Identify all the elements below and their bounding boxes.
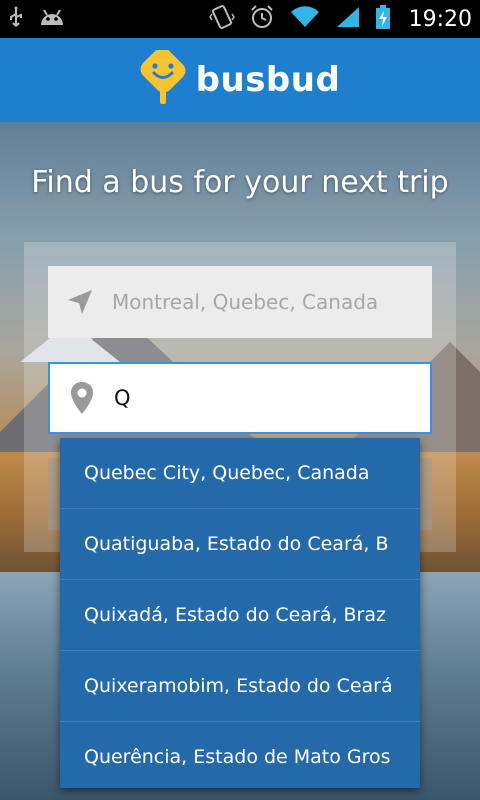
page-headline: Find a bus for your next trip [31,165,449,200]
suggestion-item[interactable]: Querência, Estado de Mato Gros [60,722,420,788]
suggestion-label: Quatiguaba, Estado do Ceará, B [84,533,389,555]
signal-icon [335,5,361,33]
origin-field[interactable]: Montreal, Quebec, Canada [48,266,432,338]
vibrate-icon [208,4,235,34]
wifi-icon [289,5,321,33]
suggestion-item[interactable]: Quatiguaba, Estado do Ceará, B [60,509,420,580]
suggestion-item[interactable]: Quebec City, Quebec, Canada [60,438,420,509]
battery-charging-icon [375,4,391,34]
usb-icon [8,6,24,32]
autocomplete-dropdown: Quebec City, Quebec, Canada Quatiguaba, … [60,438,420,788]
suggestion-label: Quixadá, Estado do Ceará, Braz [84,604,386,626]
status-time: 19:20 [408,6,472,32]
suggestion-item[interactable]: Quixadá, Estado do Ceará, Braz [60,580,420,651]
busbud-logo-icon [140,47,186,110]
suggestion-label: Quebec City, Quebec, Canada [84,462,370,484]
brand-name: busbud [195,60,341,100]
status-bar: 19:20 [0,0,480,38]
suggestion-label: Quixeramobim, Estado do Ceará [84,675,393,697]
location-pin-icon [50,381,114,415]
suggestion-label: Querência, Estado de Mato Gros [84,746,391,768]
navigation-arrow-icon [48,287,112,317]
app-bar: busbud [0,38,480,122]
alarm-icon [249,4,275,34]
destination-field[interactable]: Q [48,362,432,434]
suggestion-item[interactable]: Quixeramobim, Estado do Ceará [60,651,420,722]
origin-value: Montreal, Quebec, Canada [112,290,379,314]
android-icon [38,7,66,31]
destination-input-value: Q [114,386,131,410]
